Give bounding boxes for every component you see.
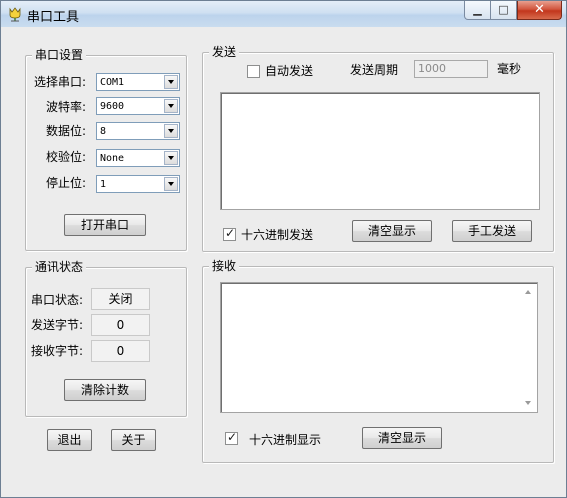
close-button[interactable]: ✕: [517, 1, 562, 20]
minimize-icon: ▁: [473, 3, 482, 16]
window-title: 串口工具: [27, 10, 80, 25]
databits-select[interactable]: 8: [96, 122, 180, 140]
port-label: 选择串口:: [34, 75, 87, 89]
scroll-down-icon[interactable]: [525, 401, 531, 405]
receive-clear-button[interactable]: 清空显示: [362, 427, 442, 449]
maximize-icon: □: [498, 3, 509, 16]
port-state-display: 关闭: [91, 288, 150, 310]
recv-bytes-display: 0: [91, 340, 150, 362]
exit-button[interactable]: 退出: [47, 429, 92, 451]
receive-textarea[interactable]: [220, 282, 538, 413]
chevron-down-icon[interactable]: [164, 151, 178, 165]
auto-send-label: 自动发送: [265, 64, 314, 78]
scroll-up-icon[interactable]: [525, 290, 531, 294]
sent-bytes-label: 发送字节:: [31, 318, 84, 332]
chevron-down-icon[interactable]: [164, 75, 178, 89]
baud-label: 波特率:: [46, 100, 87, 114]
port-value: COM1: [100, 77, 125, 88]
title-bar[interactable]: 串口工具 ▁ □ ✕: [1, 1, 566, 27]
send-period-input[interactable]: 1000: [414, 60, 488, 78]
send-clear-button[interactable]: 清空显示: [352, 220, 432, 242]
stopbits-label: 停止位:: [46, 176, 87, 190]
baud-select[interactable]: 9600: [96, 97, 180, 115]
about-button[interactable]: 关于: [111, 429, 156, 451]
hex-display-label: 十六进制显示: [249, 433, 322, 447]
recv-bytes-label: 接收字节:: [31, 344, 84, 358]
maximize-button[interactable]: □: [491, 1, 517, 20]
parity-value: None: [100, 153, 125, 164]
clear-count-button[interactable]: 清除计数: [64, 379, 146, 401]
send-legend: 发送: [209, 45, 240, 59]
auto-send-checkbox[interactable]: [247, 65, 260, 78]
stopbits-value: 1: [100, 179, 107, 190]
sent-bytes-display: 0: [91, 314, 150, 336]
manual-send-button[interactable]: 手工发送: [452, 220, 532, 242]
tulip-icon: [9, 7, 21, 22]
chevron-down-icon[interactable]: [164, 177, 178, 191]
databits-value: 8: [100, 126, 107, 137]
parity-select[interactable]: None: [96, 149, 180, 167]
send-period-label: 发送周期: [350, 63, 399, 77]
receive-legend: 接收: [209, 259, 240, 273]
chevron-down-icon[interactable]: [164, 124, 178, 138]
app-window: 串口工具 ▁ □ ✕ 串口设置 选择串口: COM1 波特率: 9600 数据位…: [0, 0, 567, 498]
port-state-label: 串口状态:: [31, 293, 84, 307]
close-icon: ✕: [534, 2, 545, 17]
stopbits-select[interactable]: 1: [96, 175, 180, 193]
comm-status-legend: 通讯状态: [32, 260, 87, 274]
period-unit-label: 毫秒: [497, 62, 522, 76]
receive-scrollbar[interactable]: [520, 284, 536, 411]
baud-value: 9600: [100, 101, 125, 112]
port-select[interactable]: COM1: [96, 73, 180, 91]
hex-send-checkbox[interactable]: [223, 226, 236, 241]
chevron-down-icon[interactable]: [164, 99, 178, 113]
minimize-button[interactable]: ▁: [464, 1, 491, 20]
databits-label: 数据位:: [46, 124, 87, 138]
serial-settings-legend: 串口设置: [32, 48, 87, 62]
open-port-button[interactable]: 打开串口: [64, 214, 146, 236]
send-textarea[interactable]: [220, 92, 540, 210]
hex-display-checkbox[interactable]: [225, 430, 238, 445]
hex-send-label: 十六进制发送: [241, 228, 314, 242]
parity-label: 校验位:: [46, 150, 87, 164]
